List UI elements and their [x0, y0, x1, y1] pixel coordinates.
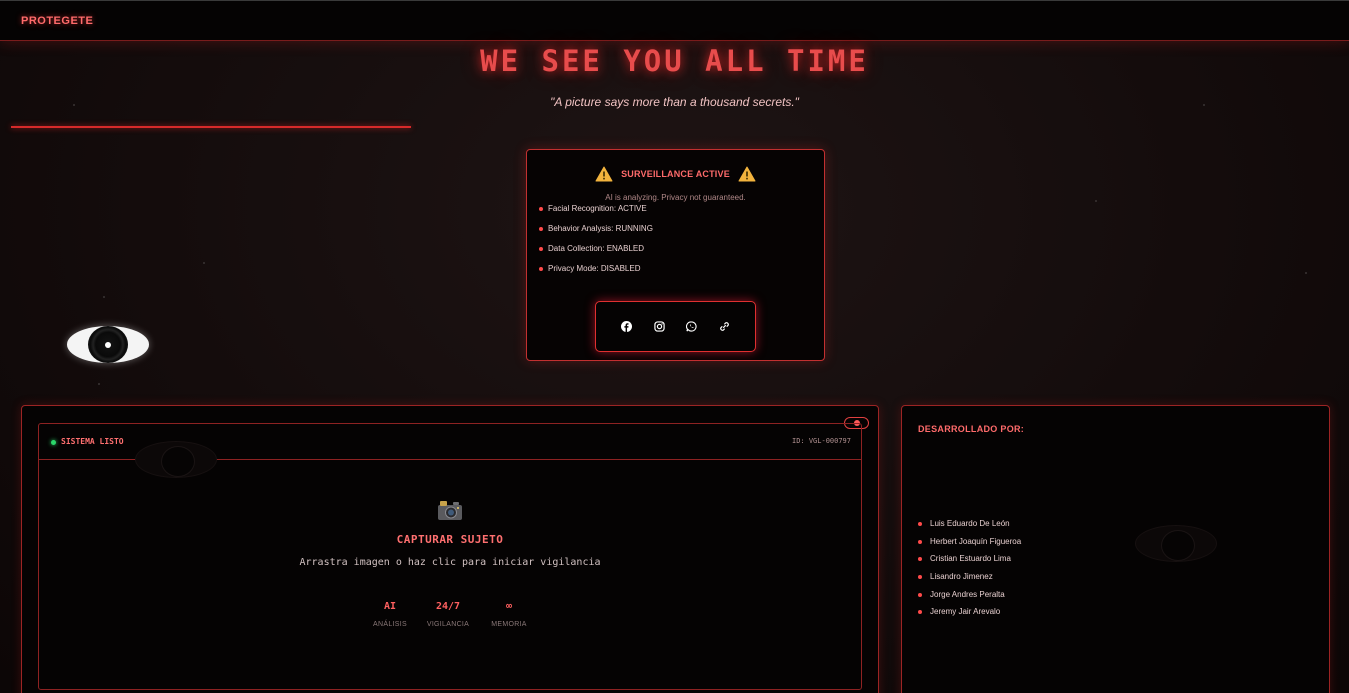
floating-eye-icon — [67, 326, 149, 363]
surveillance-card: SURVEILLANCE ACTIVE AI is analyzing. Pri… — [526, 149, 825, 361]
list-item: Lisandro Jimenez — [918, 572, 1021, 590]
ghost-eye-icon — [1135, 525, 1217, 562]
list-item: Luis Eduardo De León — [918, 519, 1021, 537]
stat-value: AI — [383, 601, 397, 612]
surveillance-title: SURVEILLANCE ACTIVE — [621, 169, 730, 179]
capture-frame: SISTEMA LISTO ID: VGL-000797 CAPTURAR SU… — [38, 423, 862, 690]
developers-panel: DESARROLLADO POR: Luis Eduardo De León H… — [901, 405, 1330, 693]
hero-quote: "A picture says more than a thousand sec… — [550, 95, 799, 109]
background-particle — [1095, 200, 1097, 202]
top-navbar: PROTEGETE — [0, 0, 1349, 41]
surveillance-header: SURVEILLANCE ACTIVE — [527, 166, 824, 182]
scan-line — [11, 126, 411, 128]
list-item: Behavior Analysis: RUNNING — [539, 224, 653, 244]
stat-value: 24/7 — [435, 601, 461, 612]
list-item: Herbert Joaquín Figueroa — [918, 537, 1021, 555]
surveillance-status-list: Facial Recognition: ACTIVE Behavior Anal… — [539, 204, 653, 284]
stat-analysis: AI ANÁLISIS — [365, 601, 415, 628]
brand-logo-link[interactable]: PROTEGETE — [21, 15, 93, 27]
system-status: SISTEMA LISTO — [61, 437, 124, 446]
warning-icon — [738, 166, 756, 182]
list-item: Jeremy Jair Arevalo — [918, 607, 1021, 625]
list-item: Data Collection: ENABLED — [539, 244, 653, 264]
stat-memory: ∞ MEMORIA — [484, 601, 534, 628]
surveillance-subtitle: AI is analyzing. Privacy not guaranteed. — [605, 193, 746, 202]
background-particle — [98, 383, 100, 385]
background-particle — [203, 262, 205, 264]
list-item: Facial Recognition: ACTIVE — [539, 204, 653, 224]
background-particle — [103, 296, 105, 298]
stat-label: MEMORIA — [491, 621, 527, 628]
developers-title: DESARROLLADO POR: — [918, 424, 1025, 434]
stat-value: ∞ — [505, 601, 513, 612]
stat-surveillance: 24/7 VIGILANCIA — [423, 601, 473, 628]
stat-label: ANÁLISIS — [373, 621, 407, 628]
eye-pupil — [105, 342, 111, 348]
whatsapp-icon[interactable] — [686, 321, 698, 333]
warning-icon — [595, 166, 613, 182]
link-icon[interactable] — [719, 321, 731, 333]
capture-panel: SISTEMA LISTO ID: VGL-000797 CAPTURAR SU… — [21, 405, 879, 693]
eye-iris — [88, 326, 128, 363]
background-particle — [1305, 272, 1307, 274]
image-drop-zone[interactable]: CAPTURAR SUJETO Arrastra imagen o haz cl… — [39, 461, 861, 690]
status-indicator-icon — [51, 440, 56, 445]
list-item: Privacy Mode: DISABLED — [539, 264, 653, 284]
session-id: ID: VGL-000797 — [791, 437, 851, 445]
social-share-bar — [595, 301, 756, 352]
list-item: Jorge Andres Peralta — [918, 590, 1021, 608]
instagram-icon[interactable] — [653, 321, 665, 333]
stat-label: VIGILANCIA — [426, 621, 470, 628]
list-item: Cristian Estuardo Lima — [918, 554, 1021, 572]
hero-title: WE SEE YOU ALL TIME — [480, 44, 869, 78]
capture-instructions: Arrastra imagen o haz clic para iniciar … — [299, 557, 601, 568]
camera-icon — [438, 501, 462, 520]
developers-list: Luis Eduardo De León Herbert Joaquín Fig… — [918, 519, 1021, 625]
capture-title: CAPTURAR SUJETO — [396, 533, 504, 546]
facebook-icon[interactable] — [620, 321, 632, 333]
